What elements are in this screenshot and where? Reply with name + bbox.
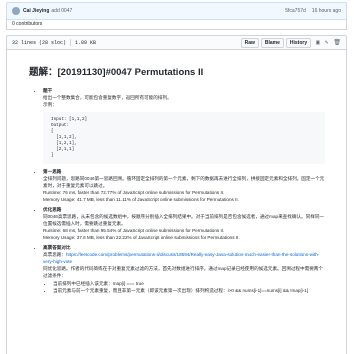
contributors-bar: 0 contributors (6, 19, 347, 30)
file-lines: 32 lines (28 sloc) (12, 39, 67, 46)
sub-list: 当前排列中已经插入该元素：map[i] === true 当前元素与前一个元素重… (43, 280, 325, 294)
paragraph: 同0046高票思路，从未包含的候选数组中，按顺序分别插入全排列结果中。对于当前排… (43, 214, 325, 226)
desktop-icon[interactable]: ▣ (316, 39, 320, 46)
section-first-approach: 第一思路 全排列问题，思路同0046第一思路回溯。循环固定全排列的第一个元素，剩… (43, 168, 325, 203)
section-problem: 题干 给出一个整数集合，可能包含重复数字，返回所有可能的排列。 示例： Inpu… (43, 87, 325, 164)
file-body: 题解：[20191130]#0047 Permutations II 题干 给出… (6, 49, 347, 354)
divider (70, 39, 72, 46)
commit-author[interactable]: Cai Jieying (23, 8, 49, 14)
memory-text: Memory Usage: 41.7 MB, less than 11.11% … (43, 197, 239, 202)
section-heading: 高票答案对比 (43, 245, 71, 250)
history-button[interactable]: History (285, 37, 312, 48)
commit-time: 16 hours ago (311, 8, 341, 14)
paragraph: 全排列问题，思路同0046第一思路回溯。循环固定全排列的第一个元素，剩下的数据再… (43, 176, 325, 188)
section-top-answer: 高票答案对比 高票思路：https://leetcode.com/problem… (43, 244, 325, 294)
problem-text: 给出一个整数集合，可能包含重复数字，返回所有可能的排列。 (43, 95, 172, 100)
trash-icon[interactable]: 🗑 (333, 39, 341, 46)
list-item: 当前排列中已经插入该元素：map[i] === true (53, 280, 325, 287)
raw-button[interactable]: Raw (240, 37, 259, 48)
file-header: 32 lines (28 sloc) 1.89 KB Raw Blame His… (6, 35, 347, 50)
code-block: Input: [1,1,2] Output: [ [1,1,2], [1,2,1… (43, 112, 325, 164)
paragraph: 高票思路：https://leetcode.com/problems/permu… (43, 251, 325, 265)
list-item: 当前元素与前一个元素重复，而且非第一元素（即该元素第一次出现）排列构造过程：i>… (53, 287, 325, 294)
prefix-text: 高票思路： (43, 252, 66, 257)
runtime-text: Runtime: 76 ms, faster than 72.77% of Ja… (43, 190, 225, 195)
markdown-content: 题解：[20191130]#0047 Permutations II 题干 给出… (29, 67, 325, 297)
section-list: 题干 给出一个整数集合，可能包含重复数字，返回所有可能的排列。 示例： Inpu… (35, 87, 325, 294)
contributors-count[interactable]: 0 contributors (12, 21, 42, 27)
commit-meta: 5fca757d 16 hours ago (285, 8, 341, 14)
blame-button[interactable]: Blame (260, 37, 284, 48)
commit-message[interactable]: add 0047 (51, 8, 72, 14)
section-heading: 第一思路 (43, 169, 62, 174)
section-optimized: 优化思路 同0046高票思路，从未包含的候选数组中，按顺序分别插入全排列结果中。… (43, 206, 325, 241)
section-heading: 优化思路 (43, 207, 62, 212)
file-size: 1.89 KB (75, 39, 97, 46)
file-actions: Raw Blame History ▣ ✎ 🗑 (240, 37, 341, 48)
page-title: 题解：[20191130]#0047 Permutations II (29, 67, 204, 78)
paragraph: 同优化思路。作者的代码简练在于对重复元素过滤的方法，首先对数组进行排序，通过ma… (43, 266, 323, 278)
pencil-icon[interactable]: ✎ (325, 39, 329, 46)
runtime-text: Runtime: 68 ms, faster than 95.54% of Ja… (43, 228, 225, 233)
example-label: 示例： (43, 102, 57, 107)
solution-link[interactable]: https://leetcode.com/problems/permutatio… (43, 252, 319, 264)
section-heading: 题干 (43, 88, 53, 93)
avatar[interactable] (12, 7, 20, 15)
latest-commit-bar: Cai Jieying add 0047 5fca757d 16 hours a… (6, 2, 347, 20)
commit-hash[interactable]: 5fca757d (285, 8, 306, 14)
memory-text: Memory Usage: 37.6 MB, less than 22.22% … (43, 235, 240, 240)
